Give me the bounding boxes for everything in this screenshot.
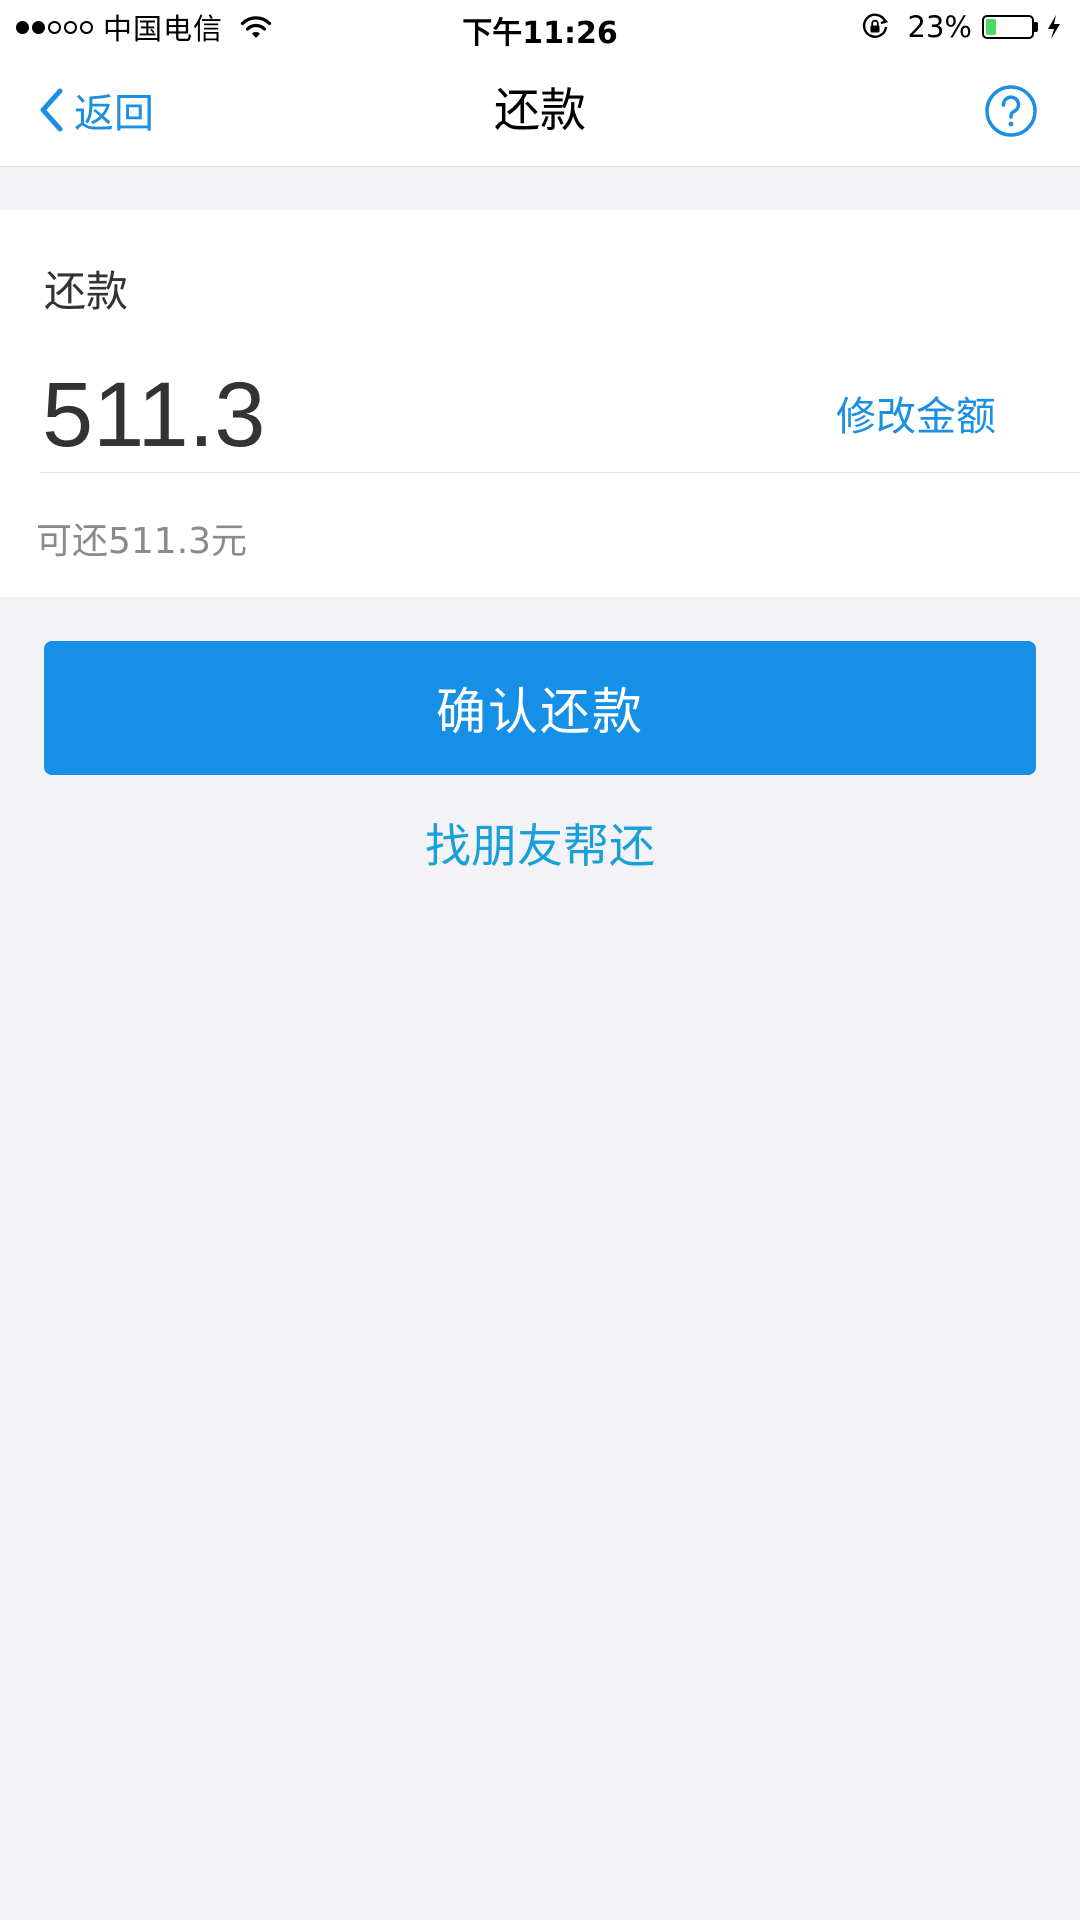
repayment-label: 还款 xyxy=(44,267,129,316)
edit-amount-button[interactable]: 修改金额 xyxy=(836,384,996,442)
charging-bolt-icon xyxy=(1048,15,1060,39)
confirm-repayment-button[interactable]: 确认还款 xyxy=(44,641,1036,775)
repayment-card: 还款 511.3 修改金额 可还511.3元 xyxy=(0,210,1080,597)
navigation-bar: 返回 还款 xyxy=(0,54,1080,167)
page-title: 还款 xyxy=(494,83,586,137)
question-circle-icon[interactable] xyxy=(984,84,1038,138)
status-right: 23% xyxy=(860,8,1062,46)
battery-cap xyxy=(1034,22,1038,32)
available-amount-text: 可还511.3元 xyxy=(36,521,248,562)
battery-level-fill xyxy=(986,19,997,35)
divider xyxy=(40,472,1080,473)
battery-percentage: 23% xyxy=(907,10,972,44)
battery-icon xyxy=(982,15,1034,39)
status-bar: 中国电信 下午11:26 23% xyxy=(0,0,1080,54)
rotation-lock-icon xyxy=(862,13,888,38)
repayment-amount: 511.3 xyxy=(42,364,266,466)
ask-friend-to-pay-link[interactable]: 找朋友帮还 xyxy=(0,810,1080,876)
